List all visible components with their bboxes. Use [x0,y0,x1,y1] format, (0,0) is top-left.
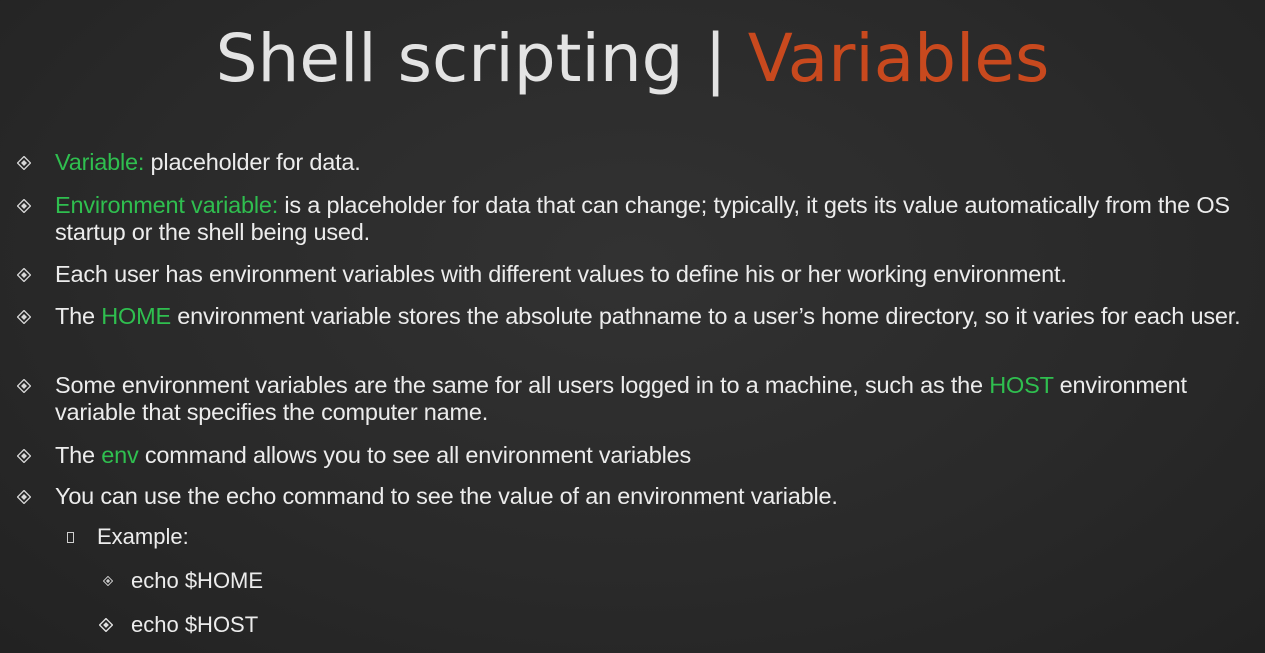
diamond-bullet-icon [17,199,31,213]
bullet-prefix: The [55,303,102,329]
diamond-bullet-icon [17,268,31,282]
bullet-text: environment variable stores the absolute… [170,303,1241,329]
bullet-item: Environment variable: is a placeholder f… [17,192,1250,246]
example-label-text: Example: [97,524,189,549]
bullet-item: Some environment variables are the same … [17,372,1250,426]
bullet-text: You can use the echo command to see the … [55,483,838,509]
example-item: echo $HOME [103,567,264,594]
bullet-item: You can use the echo command to see the … [17,483,1250,510]
example-code: echo $HOST [131,612,259,637]
example-code: echo $HOME [131,568,264,593]
diamond-bullet-icon [17,156,31,170]
bullet-list: Variable: placeholder for data. Environm… [0,0,1265,653]
bullet-text: Each user has environment variables with… [55,261,1067,287]
bullet-item: The env command allows you to see all en… [17,442,1250,469]
example-label: Example: [67,523,189,550]
bullet-prefix: Some environment variables are the same … [55,372,990,398]
square-bullet-icon [67,532,74,543]
bullet-item: Each user has environment variables with… [17,261,1250,288]
bullet-text: placeholder for data. [144,149,361,175]
example-item: echo $HOST [99,611,259,638]
diamond-bullet-icon [99,618,113,632]
bullet-text: command allows you to see all environmen… [138,442,692,468]
bullet-prefix: The [55,442,102,468]
bullet-highlight: Variable: [55,149,145,175]
diamond-bullet-icon [17,379,31,393]
bullet-highlight: env [101,442,139,468]
bullet-highlight: Environment variable: [55,192,279,218]
bullet-highlight: HOME [101,303,171,329]
diamond-bullet-icon [17,449,31,463]
bullet-item: The HOME environment variable stores the… [17,303,1250,330]
diamond-bullet-icon [103,576,113,586]
bullet-item: Variable: placeholder for data. [17,149,1250,176]
slide: Shell scripting | Variables Variable: pl… [0,0,1265,653]
bullet-highlight: HOST [989,372,1054,398]
diamond-bullet-icon [17,310,31,324]
diamond-bullet-icon [17,490,31,504]
